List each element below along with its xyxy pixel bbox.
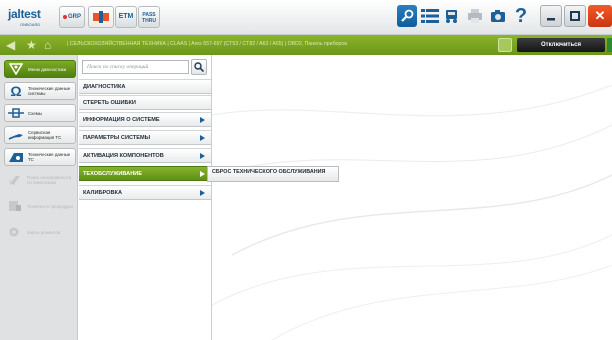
operation-label: ДИАГНОСТИКА bbox=[83, 83, 126, 90]
operation-calibration[interactable]: КАЛИБРОВКА bbox=[79, 185, 211, 200]
sidebar-item-label: Поиск неисправности по симптомам bbox=[27, 175, 72, 185]
sidebar: Меню диагностики Ω Технические данные си… bbox=[0, 55, 78, 340]
camera-icon bbox=[491, 10, 505, 22]
document-icon[interactable] bbox=[498, 38, 512, 52]
operation-label: КАЛИБРОВКА bbox=[83, 189, 122, 196]
schematic-icon bbox=[7, 106, 25, 120]
operation-clear-faults[interactable]: СТЕРЕТЬ ОШИБКИ bbox=[79, 95, 211, 110]
background-swoosh-graphic bbox=[212, 84, 612, 340]
search-button[interactable] bbox=[191, 59, 207, 75]
submenu-item-label: СБРОС ТЕХНИЧЕСКОГО ОБСЛУЖИВАНИЯ bbox=[212, 169, 326, 175]
diagnosis-menu-icon bbox=[7, 62, 25, 76]
sidebar-item-label: Схемы bbox=[28, 110, 42, 116]
pass-thru-button[interactable]: PASS THRU bbox=[138, 6, 160, 28]
search-input[interactable]: Поиск по списку операций bbox=[82, 60, 189, 74]
operation-label: АКТИВАЦИЯ КОМПОНЕНТОВ bbox=[83, 152, 164, 159]
list-icon bbox=[421, 9, 439, 23]
sidebar-item-label: Сервисная информация ТС bbox=[28, 130, 62, 140]
breadcrumb-bar: ◀ ★ ⌂ | СЕЛЬСКОХОЗЯЙСТВЕННАЯ ТЕХНИКА | C… bbox=[0, 35, 612, 55]
svg-text:%: % bbox=[9, 180, 15, 186]
submenu-maintenance-reset[interactable]: СБРОС ТЕХНИЧЕСКОГО ОБСЛУЖИВАНИЯ bbox=[207, 166, 339, 182]
print-button[interactable] bbox=[465, 5, 485, 27]
screenshot-button[interactable] bbox=[488, 5, 508, 27]
vehicle-icon bbox=[446, 10, 457, 23]
operation-component-activation[interactable]: АКТИВАЦИЯ КОМПОНЕНТОВ bbox=[79, 148, 211, 163]
sidebar-item-label: Технические данные ТС bbox=[28, 152, 71, 162]
etm-button[interactable]: ETM bbox=[115, 6, 137, 28]
sidebar-item-label: Карты ремонтов bbox=[27, 229, 61, 235]
operation-system-parameters[interactable]: ПАРАМЕТРЫ СИСТЕМЫ bbox=[79, 130, 211, 145]
operation-label: ТЕХОБСЛУЖИВАНИЕ bbox=[83, 170, 143, 177]
top-toolbar: jaltest ONBOARD GRP ETM PASS THRU ? ✕ bbox=[0, 0, 612, 35]
minimize-button[interactable] bbox=[540, 5, 562, 27]
sidebar-item-label: Меню диагностики bbox=[28, 66, 67, 72]
sidebar-item-label: Технические данные системы bbox=[28, 86, 71, 96]
sidebar-item-schematics[interactable]: Схемы bbox=[4, 104, 76, 122]
disconnect-button[interactable]: Отключиться bbox=[517, 38, 605, 52]
back-arrow-icon[interactable]: ◀ bbox=[6, 38, 15, 52]
sidebar-item-system-data[interactable]: Ω Технические данные системы bbox=[4, 82, 76, 100]
help-button[interactable]: ? bbox=[511, 5, 531, 27]
chevron-right-icon bbox=[200, 171, 205, 177]
content-pane bbox=[212, 55, 612, 340]
grp-button[interactable]: GRP bbox=[59, 6, 85, 28]
sidebar-item-label: Техничес-к процедуры bbox=[27, 203, 73, 209]
operation-diagnosis[interactable]: ДИАГНОСТИКА bbox=[79, 79, 211, 94]
maximize-icon bbox=[570, 11, 580, 21]
list-button[interactable] bbox=[420, 5, 440, 27]
connection-status-indicator bbox=[607, 38, 612, 52]
close-button[interactable]: ✕ bbox=[588, 5, 612, 27]
breadcrumb: | СЕЛЬСКОХОЗЯЙСТВЕННАЯ ТЕХНИКА | CLAAS |… bbox=[67, 41, 347, 47]
printer-icon bbox=[468, 9, 482, 23]
operation-maintenance[interactable]: ТЕХОБСЛУЖИВАНИЕ bbox=[79, 166, 211, 181]
vehicle-data-icon bbox=[7, 150, 25, 164]
chevron-right-icon bbox=[200, 135, 205, 141]
sidebar-item-diagnosis-menu[interactable]: Меню диагностики bbox=[4, 60, 76, 78]
flag-icon bbox=[93, 11, 109, 23]
logo-subtitle: ONBOARD bbox=[20, 22, 41, 27]
chevron-right-icon bbox=[200, 117, 205, 123]
flag-button[interactable] bbox=[88, 6, 114, 28]
chevron-right-icon bbox=[200, 153, 205, 159]
service-info-icon bbox=[7, 128, 25, 142]
grp-dot-icon bbox=[62, 15, 67, 19]
wrench-button[interactable] bbox=[397, 5, 417, 27]
repair-cards-icon bbox=[6, 225, 24, 239]
operation-label: ПАРАМЕТРЫ СИСТЕМЫ bbox=[83, 134, 151, 141]
operation-system-info[interactable]: ИНФОРМАЦИЯ О СИСТЕМЕ bbox=[79, 112, 211, 127]
search-icon bbox=[194, 62, 204, 72]
star-icon[interactable]: ★ bbox=[26, 38, 37, 52]
home-icon[interactable]: ⌂ bbox=[44, 38, 51, 52]
grp-label: GRP bbox=[67, 14, 81, 20]
procedures-icon bbox=[6, 199, 24, 213]
sidebar-item-repair-cards: Карты ремонтов bbox=[4, 223, 76, 241]
sidebar-item-service-info[interactable]: Сервисная информация ТС bbox=[4, 126, 76, 144]
vehicle-button[interactable] bbox=[442, 5, 462, 27]
sidebar-item-procedures: Техничес-к процедуры bbox=[4, 197, 76, 215]
omega-icon: Ω bbox=[10, 82, 22, 99]
minimize-icon bbox=[547, 18, 555, 21]
chevron-right-icon bbox=[200, 190, 205, 196]
operation-label: ИНФОРМАЦИЯ О СИСТЕМЕ bbox=[83, 116, 160, 123]
operation-label: СТЕРЕТЬ ОШИБКИ bbox=[83, 99, 136, 106]
symptom-search-icon: % bbox=[6, 173, 24, 187]
sidebar-item-vehicle-data[interactable]: Технические данные ТС bbox=[4, 148, 76, 166]
jaltest-logo: jaltest bbox=[8, 7, 41, 21]
wrench-icon bbox=[401, 9, 414, 22]
sidebar-item-symptom-search: % Поиск неисправности по симптомам bbox=[4, 171, 76, 189]
maximize-button[interactable] bbox=[564, 5, 586, 27]
operations-panel: Поиск по списку операций ДИАГНОСТИКА СТЕ… bbox=[78, 55, 212, 340]
